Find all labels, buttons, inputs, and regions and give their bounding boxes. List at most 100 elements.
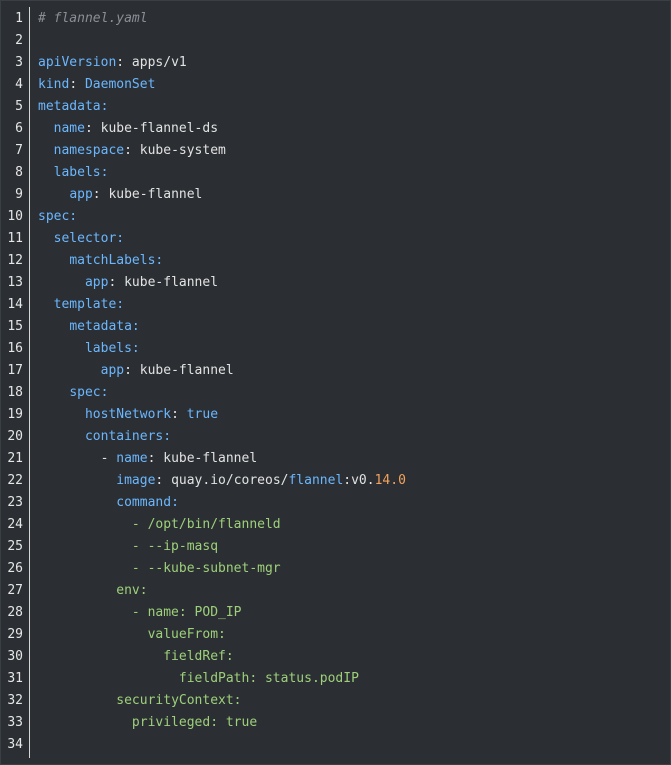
- code-line[interactable]: 10 spec:: [1, 206, 670, 228]
- code-editor[interactable]: 1 # flannel.yaml 2 3 apiVersion: apps/v1 4 kin…: [0, 0, 671, 765]
- line-code: image: quay.io/coreos/flannel:v0.14.0: [23, 470, 406, 492]
- code-line[interactable]: 30 fieldRef:: [1, 646, 670, 668]
- line-number: 31: [7, 671, 23, 686]
- code-line[interactable]: 25 - --ip-masq: [1, 536, 670, 558]
- line-code: hostNetwork: true: [23, 404, 218, 426]
- code-line[interactable]: 29 valueFrom:: [1, 624, 670, 646]
- code-token: spec:: [69, 385, 109, 400]
- line-number: 24: [7, 517, 23, 532]
- line-number: 4: [15, 77, 23, 92]
- code-line[interactable]: 11 selector:: [1, 228, 670, 250]
- code-token: : kube-system: [124, 143, 226, 158]
- code-token: securityContext:: [116, 693, 242, 708]
- line-code: - /opt/bin/flanneld: [23, 514, 281, 536]
- code-token: fieldRef:: [163, 649, 234, 664]
- code-line[interactable]: 24 - /opt/bin/flanneld: [1, 514, 670, 536]
- code-line[interactable]: 3 apiVersion: apps/v1: [1, 52, 670, 74]
- code-line[interactable]: 18 spec:: [1, 382, 670, 404]
- code-token: :: [69, 77, 85, 92]
- code-token: privileged: true: [131, 715, 258, 730]
- line-number: 20: [7, 429, 23, 444]
- code-line[interactable]: 17 app: kube-flannel: [1, 360, 670, 382]
- line-number: 8: [15, 165, 23, 180]
- line-number: 13: [7, 275, 23, 290]
- code-line[interactable]: 4 kind: DaemonSet: [1, 74, 670, 96]
- code-token: template:: [53, 297, 125, 312]
- line-number: 25: [7, 539, 23, 554]
- code-token: : quay.io/coreos/: [155, 473, 289, 488]
- code-token: apiVersion: [38, 55, 117, 70]
- line-number: 9: [15, 187, 23, 202]
- line-number: 2: [15, 33, 23, 48]
- line-code: privileged: true: [23, 712, 257, 734]
- code-line[interactable]: 21 - name: kube-flannel: [1, 448, 670, 470]
- line-number: 28: [7, 605, 23, 620]
- code-line[interactable]: 12 matchLabels:: [1, 250, 670, 272]
- line-number: 23: [7, 495, 23, 510]
- code-line[interactable]: 19 hostNetwork: true: [1, 404, 670, 426]
- code-token: spec:: [38, 209, 78, 224]
- code-token: : kube-flannel-ds: [84, 121, 219, 136]
- line-number: 27: [7, 583, 23, 598]
- code-line[interactable]: 27 env:: [1, 580, 670, 602]
- code-line[interactable]: 14 template:: [1, 294, 670, 316]
- code-token: command:: [116, 495, 179, 510]
- code-line[interactable]: 28 - name: POD_IP: [1, 602, 670, 624]
- code-token: :v0.: [343, 473, 375, 488]
- line-code: matchLabels:: [23, 250, 163, 272]
- code-line[interactable]: 8 labels:: [1, 162, 670, 184]
- code-token: image: [116, 473, 156, 488]
- line-number: 3: [15, 55, 23, 70]
- code-lines[interactable]: 1 # flannel.yaml 2 3 apiVersion: apps/v1 4 kin…: [1, 8, 670, 756]
- line-number: 16: [7, 341, 23, 356]
- code-line[interactable]: 16 labels:: [1, 338, 670, 360]
- code-token: -: [100, 451, 117, 466]
- line-number: 33: [7, 715, 23, 730]
- line-code: app: kube-flannel: [23, 360, 234, 382]
- code-line[interactable]: 22 image: quay.io/coreos/flannel:v0.14.0: [1, 470, 670, 492]
- line-code: namespace: kube-system: [23, 140, 226, 162]
- line-number: 14: [7, 297, 23, 312]
- code-line[interactable]: 2: [1, 30, 670, 52]
- code-line[interactable]: 6 name: kube-flannel-ds: [1, 118, 670, 140]
- code-line[interactable]: 1 # flannel.yaml: [1, 8, 670, 30]
- code-line[interactable]: 15 metadata:: [1, 316, 670, 338]
- code-token: true: [186, 407, 219, 422]
- code-token: : kube-flannel: [147, 451, 258, 466]
- code-line[interactable]: 5 metadata:: [1, 96, 670, 118]
- code-line[interactable]: 7 namespace: kube-system: [1, 140, 670, 162]
- line-code: selector:: [23, 228, 124, 250]
- code-token: metadata:: [69, 319, 140, 334]
- code-token: name: [116, 451, 148, 466]
- line-code: kind: DaemonSet: [23, 74, 155, 96]
- code-token: labels:: [84, 341, 140, 356]
- code-token: # flannel.yaml: [38, 11, 148, 26]
- line-code: metadata:: [23, 96, 108, 118]
- line-code: securityContext:: [23, 690, 242, 712]
- line-code: fieldRef:: [23, 646, 234, 668]
- code-line[interactable]: 9 app: kube-flannel: [1, 184, 670, 206]
- code-line[interactable]: 23 command:: [1, 492, 670, 514]
- code-line[interactable]: 20 containers:: [1, 426, 670, 448]
- code-line[interactable]: 26 - --kube-subnet-mgr: [1, 558, 670, 580]
- code-line[interactable]: 33 privileged: true: [1, 712, 670, 734]
- code-token: env:: [116, 583, 148, 598]
- code-line[interactable]: 32 securityContext:: [1, 690, 670, 712]
- code-line[interactable]: 31 fieldPath: status.podIP: [1, 668, 670, 690]
- code-line[interactable]: 34: [1, 734, 670, 756]
- code-token: :: [171, 407, 187, 422]
- code-line[interactable]: 13 app: kube-flannel: [1, 272, 670, 294]
- code-token: : kube-flannel: [92, 187, 203, 202]
